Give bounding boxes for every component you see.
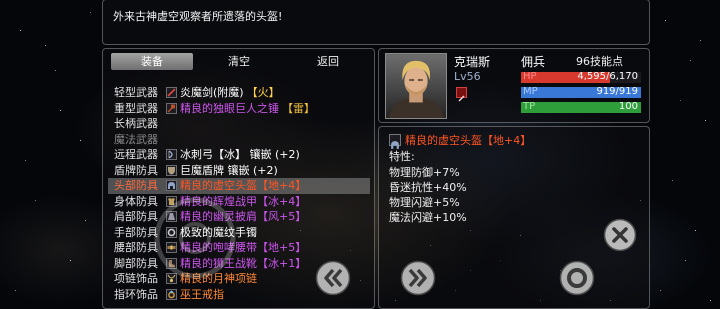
slot-row-shield[interactable]: 盾牌防具 巨魔盾牌 镶嵌 (+2) <box>108 163 370 179</box>
slot-row-waist[interactable]: 腰部防具 精良的咆哮腰带【地+5】 <box>108 240 370 256</box>
tab-back[interactable]: 返回 <box>287 53 369 70</box>
hp-value: 4,595/6,170 <box>577 72 638 82</box>
item-element-tag: 【火】 <box>246 86 280 99</box>
previous-item-button[interactable] <box>315 260 351 296</box>
ring-icon <box>166 288 177 300</box>
trait-line: 物理防御+7% <box>389 166 460 179</box>
slot-label: 轻型武器 <box>114 86 158 99</box>
item-detail-title: 精良的虚空头盔【地+4】 <box>405 134 532 147</box>
confirm-button[interactable] <box>559 260 595 296</box>
slot-item-name: 炎魔剑(附魔) 【火】 <box>180 85 280 101</box>
next-item-button[interactable] <box>400 260 436 296</box>
item-name: 精良的独眼巨人之锤 <box>180 101 279 115</box>
slot-label: 肩部防具 <box>114 210 158 223</box>
trait-line: 昏迷抗性+40% <box>389 181 467 194</box>
item-element-tag: 【雷】 <box>282 101 315 115</box>
trait-line: 物理闪避+5% <box>389 196 460 209</box>
slot-item-name: 精良的虚空头盔【地+4】 <box>180 179 307 192</box>
shield-icon <box>166 164 177 176</box>
slot-label: 长柄武器 <box>114 117 158 130</box>
tp-value: 100 <box>618 102 638 112</box>
message-text: 外来古神虚空观察者所遗落的头盔! <box>113 10 283 23</box>
hammer-icon <box>166 102 177 114</box>
skill-points: 96技能点 <box>576 55 623 68</box>
slot-row-body[interactable]: 身体防具 精良的辉煌战甲【冰+4】 <box>108 194 370 210</box>
slot-label: 脚部防具 <box>114 256 158 270</box>
character-panel: 克瑞斯 佣兵 96技能点 Lv56 HP 4,595/6,170 MP 919/… <box>378 48 650 123</box>
slot-label: 远程武器 <box>114 148 158 161</box>
virtual-joystick-icon[interactable] <box>153 196 237 280</box>
character-class: 佣兵 <box>521 55 546 69</box>
message-panel: 外来古神虚空观察者所遗落的头盔! <box>102 0 650 45</box>
portrait-image <box>386 54 446 118</box>
slot-item-name: 巫王戒指 <box>180 287 224 301</box>
character-level: Lv56 <box>454 70 481 83</box>
mp-bar: MP 919/919 <box>521 87 641 98</box>
slot-label: 项链饰品 <box>114 272 158 285</box>
slot-label: 魔法武器 <box>114 132 158 146</box>
slot-label: 指环饰品 <box>114 287 158 301</box>
hp-bar: HP 4,595/6,170 <box>521 72 641 83</box>
character-name: 克瑞斯 <box>454 55 491 69</box>
tp-label: TP <box>523 102 536 112</box>
buff-status-icon[interactable] <box>456 87 467 102</box>
sword-icon <box>166 87 177 98</box>
slot-label: 身体防具 <box>114 194 158 208</box>
close-button[interactable] <box>603 218 637 252</box>
slot-item-name: 冰刺弓【冰】 镶嵌 (+2) <box>180 148 300 161</box>
slot-label: 盾牌防具 <box>114 163 158 177</box>
mp-value: 919/919 <box>596 87 638 97</box>
bow-icon <box>166 149 177 160</box>
circle-icon <box>559 260 595 296</box>
slot-row-polearm[interactable]: 长柄武器 <box>108 116 370 132</box>
slot-row-magic-weapon: 魔法武器 <box>108 132 370 148</box>
slot-item-name: 精良的独眼巨人之锤 【雷】 <box>180 101 315 117</box>
slot-row-shoulders[interactable]: 肩部防具 精良的幽灵披肩【风+5】 <box>108 209 370 225</box>
helmet-icon <box>166 180 177 191</box>
slot-row-ranged-weapon[interactable]: 远程武器 冰刺弓【冰】 镶嵌 (+2) <box>108 147 370 163</box>
close-icon <box>603 218 637 252</box>
hp-label: HP <box>523 72 537 82</box>
bright-stars <box>0 0 1 1</box>
tp-bar: TP 100 <box>521 102 641 113</box>
slot-label: 手部防具 <box>114 225 158 239</box>
slot-label: 腰部防具 <box>114 241 158 254</box>
tab-clear[interactable]: 清空 <box>195 53 283 70</box>
slot-row-heavy-weapon[interactable]: 重型武器 精良的独眼巨人之锤 【雷】 <box>108 101 370 117</box>
slot-item-name: 巨魔盾牌 镶嵌 (+2) <box>180 163 278 177</box>
slot-row-hands[interactable]: 手部防具 极致的魔纹手镯 <box>108 225 370 241</box>
slot-row-light-weapon[interactable]: 轻型武器 炎魔剑(附魔) 【火】 <box>108 85 370 101</box>
slot-row-head[interactable]: 头部防具 精良的虚空头盔【地+4】 <box>108 178 370 194</box>
double-chevron-left-icon <box>315 260 351 296</box>
mp-label: MP <box>523 87 538 97</box>
double-chevron-right-icon <box>400 260 436 296</box>
traits-heading: 特性: <box>389 150 415 163</box>
slot-label: 重型武器 <box>114 101 158 115</box>
item-name: 炎魔剑(附魔) <box>180 86 244 99</box>
character-portrait[interactable] <box>385 53 447 119</box>
helmet-icon <box>389 134 401 149</box>
tab-equip[interactable]: 装备 <box>111 53 193 70</box>
trait-line: 魔法闪避+10% <box>389 211 467 224</box>
slot-label: 头部防具 <box>114 179 158 192</box>
